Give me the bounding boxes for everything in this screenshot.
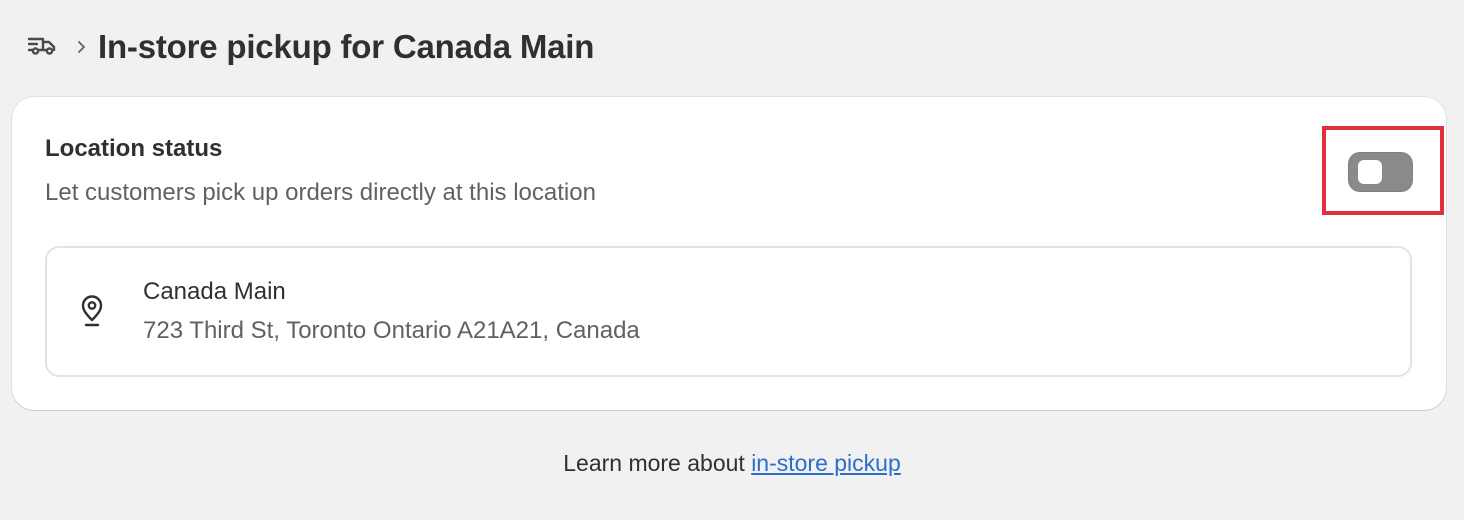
location-pin-icon <box>77 294 107 328</box>
location-status-description: Let customers pick up orders directly at… <box>45 179 596 206</box>
footer-help-text: Learn more about <box>563 450 752 476</box>
toggle-knob <box>1358 160 1382 184</box>
location-status-toggle[interactable] <box>1348 152 1413 192</box>
page: In-store pickup for Canada Main Location… <box>0 0 1464 520</box>
in-store-pickup-link[interactable]: in-store pickup <box>751 450 901 476</box>
location-status-title: Location status <box>45 135 223 162</box>
chevron-right-icon <box>70 29 92 65</box>
location-address: 723 Third St, Toronto Ontario A21A21, Ca… <box>143 317 640 344</box>
location-name: Canada Main <box>143 278 286 305</box>
location-info-box: Canada Main 723 Third St, Toronto Ontari… <box>45 246 1412 377</box>
location-status-card: Location status Let customers pick up or… <box>12 97 1446 410</box>
back-button[interactable] <box>24 29 60 65</box>
shipping-truck-icon <box>26 29 58 66</box>
page-title: In-store pickup for Canada Main <box>98 28 595 65</box>
footer-help: Learn more about in-store pickup <box>0 450 1464 477</box>
page-header: In-store pickup for Canada Main <box>24 24 594 70</box>
